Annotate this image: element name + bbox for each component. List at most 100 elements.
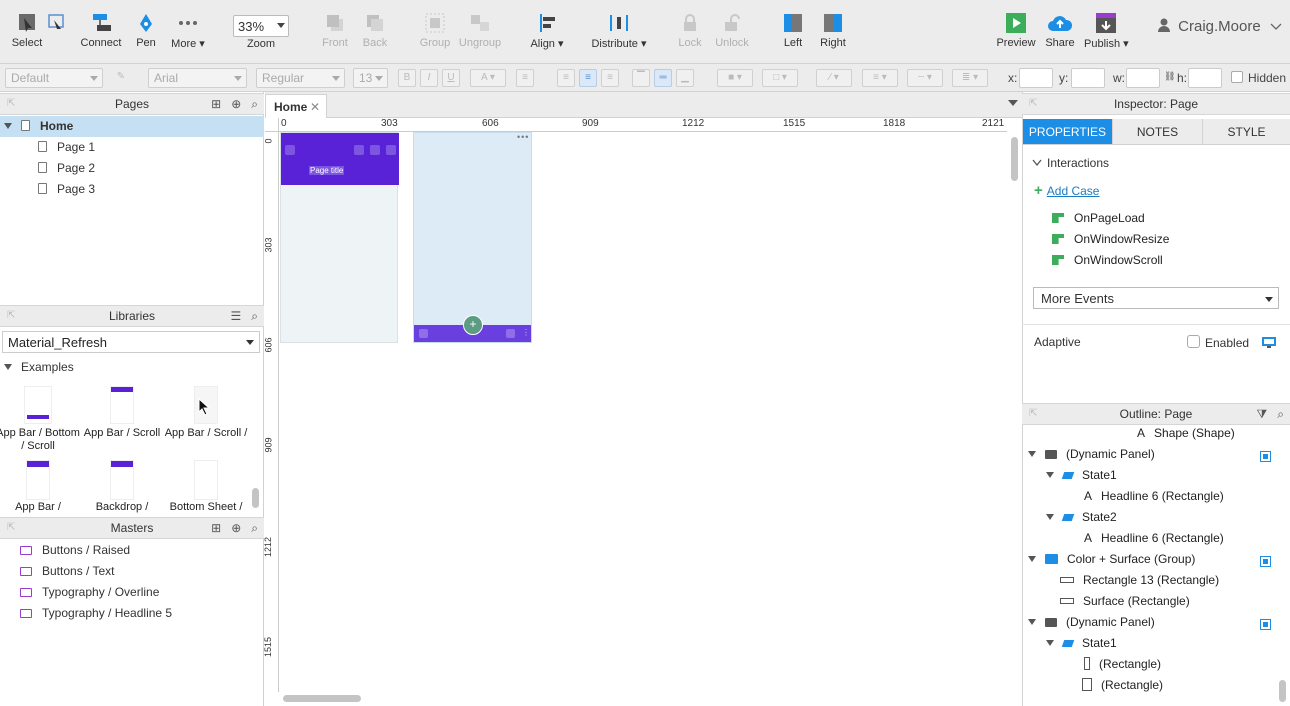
expand-triangle-icon[interactable] [4,123,12,129]
canvas-vertical-scrollbar[interactable] [1011,137,1018,181]
examples-section[interactable]: Examples [4,357,74,378]
expand-triangle-icon[interactable] [1046,514,1054,520]
add-folder-icon[interactable]: ⊕ [231,521,241,535]
pin-icon[interactable]: ⇱ [1029,94,1037,114]
align-menu[interactable]: Align ▾ [529,8,565,58]
font-size-select[interactable]: 13 [353,68,388,88]
search-icon[interactable] [386,145,396,155]
y-input[interactable] [1071,68,1105,88]
outline-row-rectangle[interactable]: Rectangle 13 (Rectangle) [1060,570,1219,591]
hidden-checkbox[interactable] [1231,71,1243,83]
heart-icon[interactable] [370,145,380,155]
tabs-menu-chevron-icon[interactable] [1008,100,1018,106]
outline-row-rectangle[interactable]: Surface (Rectangle) [1060,591,1190,612]
libraries-scrollbar[interactable] [252,488,259,508]
expand-triangle-icon[interactable] [1046,640,1054,646]
adaptive-enabled-checkbox[interactable] [1187,335,1200,348]
left-pane-toggle[interactable]: Left [778,8,808,58]
more-tool[interactable]: More ▾ [168,8,208,58]
outline-row-group[interactable]: Color + Surface (Group) [1028,549,1195,570]
pen-tool[interactable]: Pen [132,8,160,58]
widget-thumb-appbar[interactable] [26,460,50,500]
tab-home[interactable]: Home ✕ [265,94,327,118]
artboard-scroll-appbar[interactable]: Page title [280,132,399,343]
bullet-list-button[interactable]: ≡ [516,69,534,87]
canvas-horizontal-scrollbar[interactable] [283,695,361,702]
master-item[interactable]: Buttons / Raised [20,540,130,561]
expand-triangle-icon[interactable] [1028,451,1036,457]
fill-color-button[interactable]: ■ ▾ [717,69,753,87]
widget-thumb-bottom-sheet[interactable] [194,460,218,500]
group-button[interactable]: Group [417,8,453,58]
underline-button[interactable]: U [442,69,460,87]
page-item-3[interactable]: Page 3 [38,179,95,200]
tab-notes[interactable]: NOTES [1112,119,1202,145]
outline-row-dynamic-panel[interactable]: (Dynamic Panel) [1028,612,1155,633]
widget-thumb-backdrop[interactable] [110,460,134,500]
share-button[interactable]: Share [1042,8,1078,58]
search-icon[interactable]: ⌕ [251,97,258,111]
app-bar[interactable]: Page title [281,133,399,185]
border-color-button[interactable]: ∕ ▾ [816,69,852,87]
visibility-toggle-icon[interactable] [1260,619,1271,630]
page-title-text[interactable]: Page title [309,166,345,175]
shadow-button[interactable]: □ ▾ [762,69,798,87]
add-folder-icon[interactable]: ⊕ [231,97,241,111]
tab-style[interactable]: STYLE [1202,119,1290,145]
pin-icon[interactable]: ⇱ [7,518,15,538]
connect-tool[interactable]: Connect [78,8,124,58]
artboard-bottom-appbar[interactable]: ••• ⋮ + [413,132,532,343]
style-edit-icon[interactable]: ✎ [112,69,130,87]
master-item[interactable]: Typography / Headline 5 [20,603,172,624]
valign-middle-button[interactable]: ═ [654,69,672,87]
distribute-menu[interactable]: Distribute ▾ [590,8,648,58]
page-item-home[interactable]: Home [0,116,264,137]
event-onwindowscroll[interactable]: OnWindowScroll [1052,253,1163,267]
pin-icon[interactable]: ⇱ [1029,404,1037,424]
event-onpageload[interactable]: OnPageLoad [1052,211,1145,225]
x-input[interactable] [1019,68,1053,88]
publish-menu[interactable]: Publish ▾ [1084,8,1129,58]
outline-row-shape[interactable]: A Shape (Shape) [1137,423,1235,444]
expand-triangle-icon[interactable] [1046,472,1054,478]
visibility-toggle-icon[interactable] [1260,556,1271,567]
add-master-icon[interactable]: ⊞ [211,521,221,535]
menu-icon[interactable]: ☰ [230,309,241,323]
menu-icon[interactable] [285,145,295,155]
visibility-toggle-icon[interactable] [1260,451,1271,462]
back-button[interactable]: Back [358,8,392,58]
lock-button[interactable]: Lock [674,8,706,58]
style-select[interactable]: Default [5,68,103,88]
border-width-button[interactable]: ≡ ▾ [862,69,898,87]
more-dots-icon[interactable]: ••• [517,132,529,142]
event-onwindowresize[interactable]: OnWindowResize [1052,232,1169,246]
unlock-button[interactable]: Unlock [712,8,752,58]
expand-triangle-icon[interactable] [1028,556,1036,562]
user-account-menu[interactable]: Craig.Moore [1158,18,1282,35]
outline-row-rectangle[interactable]: A Headline 6 (Rectangle) [1084,486,1224,507]
menu-icon[interactable] [419,329,428,338]
adaptive-views-icon[interactable] [1262,336,1276,348]
search-icon[interactable] [506,329,515,338]
pin-icon[interactable]: ⇱ [7,306,15,326]
search-icon[interactable]: ⌕ [251,309,258,323]
h-input[interactable] [1188,68,1222,88]
pin-icon[interactable]: ⇱ [7,94,15,114]
master-item[interactable]: Buttons / Text [20,561,115,582]
search-icon[interactable]: ⌕ [251,521,258,535]
expand-triangle-icon[interactable] [4,364,12,370]
outline-row-state[interactable]: State2 [1046,507,1117,528]
widget-thumb-appbar-scroll[interactable] [110,386,134,424]
outline-row-rectangle[interactable]: A Headline 6 (Rectangle) [1084,528,1224,549]
font-weight-select[interactable]: Regular [256,68,345,88]
more-vert-icon[interactable]: ⋮ [522,328,530,337]
ungroup-button[interactable]: Ungroup [458,8,502,58]
interactions-section[interactable]: Interactions [1032,156,1109,170]
outline-row-state[interactable]: State1 [1046,465,1117,486]
outline-row-rectangle[interactable]: (Rectangle) [1084,654,1161,675]
outline-scrollbar[interactable] [1279,680,1286,702]
add-page-icon[interactable]: ⊞ [211,97,221,111]
add-case-link[interactable]: + Add Case [1034,182,1099,199]
search-icon[interactable]: ⌕ [1277,407,1284,421]
outline-row-state[interactable]: State1 [1046,633,1117,654]
